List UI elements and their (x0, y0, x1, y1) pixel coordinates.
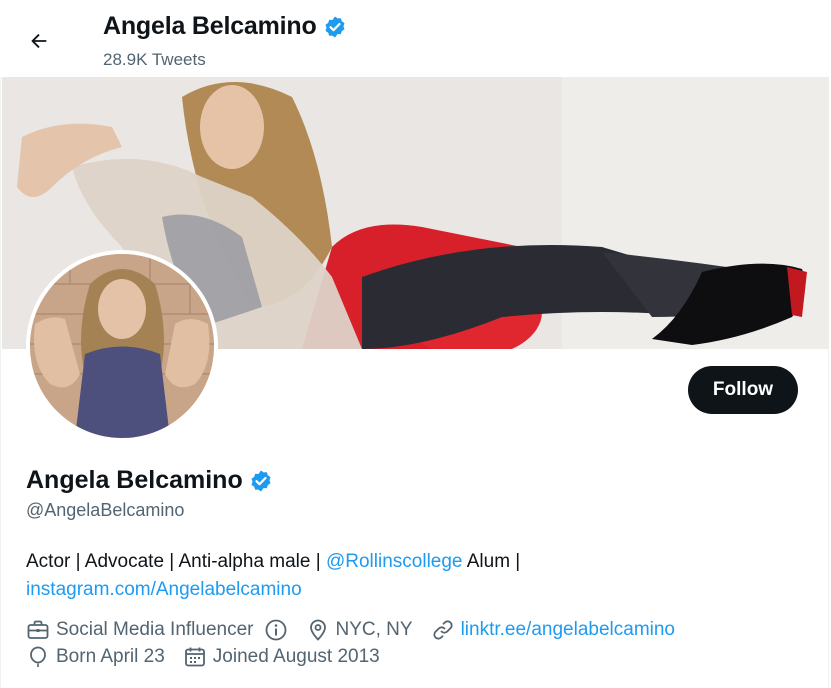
profile-header: Angela Belcamino 28.9K Tweets (0, 0, 831, 77)
header-title: Angela Belcamino (103, 12, 347, 41)
link-icon (433, 620, 453, 640)
balloon-icon (30, 646, 46, 667)
briefcase-icon (27, 620, 49, 639)
profile-joined: Joined August 2013 (183, 645, 380, 669)
website-link[interactable]: linktr.ee/angelabelcamino (461, 619, 675, 641)
profile-handle: @AngelaBelcamino (26, 500, 185, 520)
profile-meta-row: Social Media Influencer NYC, NY linktr.e… (26, 618, 693, 642)
header-name: Angela Belcamino (103, 12, 317, 40)
profile-location: NYC, NY (306, 618, 413, 642)
category-label: Social Media Influencer (56, 619, 254, 640)
location-pin-icon (309, 619, 326, 641)
profile-meta-row: Born April 23 Joined August 2013 (26, 645, 398, 669)
verified-badge-icon[interactable] (249, 469, 273, 493)
back-arrow-icon (31, 33, 47, 49)
profile-name: Angela Belcamino (26, 466, 243, 494)
bio-instagram-link[interactable]: instagram.com/Angelabelcamino (26, 579, 302, 600)
calendar-icon (184, 647, 205, 667)
avatar[interactable] (30, 254, 214, 438)
info-icon[interactable] (264, 618, 288, 642)
bio-mention-link[interactable]: @Rollinscollege (326, 551, 463, 572)
profile-birthday: Born April 23 (26, 645, 165, 669)
bio-text: Actor | Advocate | Anti-alpha male | (26, 551, 326, 572)
profile-category: Social Media Influencer (26, 618, 288, 642)
profile-name-row: Angela Belcamino (26, 466, 273, 495)
joined-label: Joined August 2013 (212, 646, 380, 667)
verified-badge-icon[interactable] (323, 15, 347, 39)
back-button[interactable] (20, 22, 58, 60)
location-label: NYC, NY (335, 619, 413, 640)
birthday-label: Born April 23 (56, 646, 165, 667)
profile-website[interactable]: linktr.ee/angelabelcamino (431, 618, 675, 642)
profile-bio: Actor | Advocate | Anti-alpha male | @Ro… (26, 548, 786, 604)
tweet-count: 28.9K Tweets (103, 50, 206, 69)
follow-button[interactable]: Follow (688, 366, 798, 414)
bio-text: Alum | (462, 551, 521, 572)
